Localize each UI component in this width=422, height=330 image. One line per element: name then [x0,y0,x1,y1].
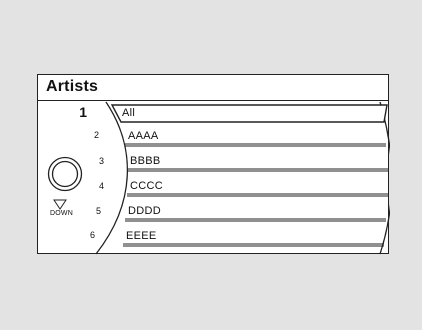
row-number-6: 6 [89,230,95,240]
row-number-4: 4 [98,181,104,191]
list-item[interactable]: DDDD [128,205,161,217]
row-number-5: 5 [95,206,101,216]
interface-dial-icon[interactable] [47,156,83,192]
row-number-1: 1 [79,104,87,120]
down-label: DOWN [50,210,73,217]
list-item-all[interactable]: All [122,107,135,119]
list-item[interactable]: BBBB [130,155,161,167]
list-item[interactable]: EEEE [126,230,157,242]
row-number-2: 2 [93,130,99,140]
list-item[interactable]: CCCC [130,180,163,192]
artists-screen: Artists DOWN 1 2 3 4 5 6 All AAAA BBBB C [37,74,390,255]
down-arrow-icon [53,199,67,210]
list-item[interactable]: AAAA [128,130,159,142]
row-number-3: 3 [98,156,104,166]
